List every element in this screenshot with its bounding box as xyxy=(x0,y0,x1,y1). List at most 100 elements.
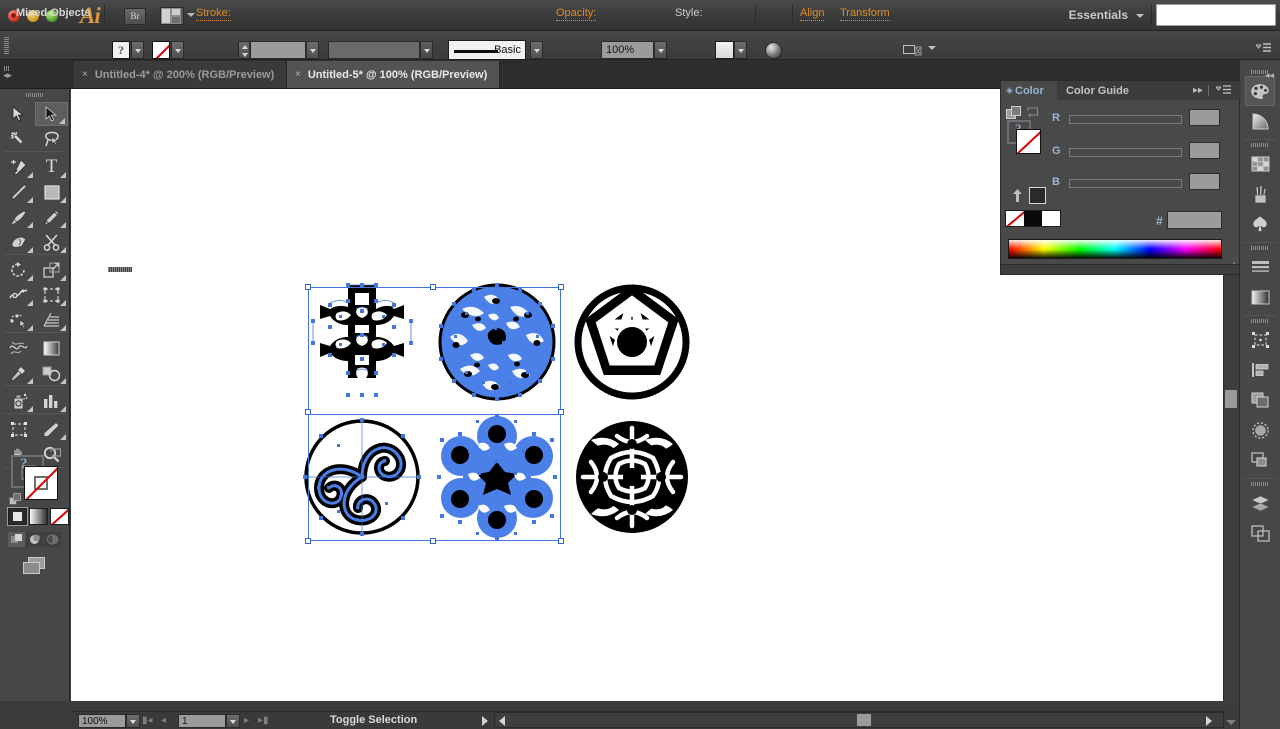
vertical-scroll-thumb[interactable] xyxy=(1225,390,1237,408)
collapse-panels-icon[interactable]: ◂◂ xyxy=(1265,70,1274,81)
tool-scale[interactable] xyxy=(35,258,68,282)
document-tab-1[interactable]: × Untitled-5* @ 100% (RGB/Preview) xyxy=(287,61,501,88)
dock-grip[interactable] xyxy=(1251,143,1269,147)
selection-handle-br[interactable] xyxy=(558,538,564,544)
fill-color-swatch[interactable] xyxy=(1016,129,1041,154)
tool-symbol-sprayer[interactable] xyxy=(2,389,35,413)
chevron-down-icon[interactable] xyxy=(1136,14,1144,18)
stroke-weight-input[interactable] xyxy=(250,41,306,59)
transform-button[interactable]: Transform xyxy=(840,7,890,21)
stroke-label[interactable]: Stroke: xyxy=(196,7,231,21)
slider-track-r[interactable] xyxy=(1069,115,1182,124)
selection-handle-tr[interactable] xyxy=(558,284,564,290)
fill-stroke-stack-icon[interactable] xyxy=(1006,106,1022,121)
tab-color-guide[interactable]: Color Guide xyxy=(1057,81,1145,100)
tool-scissors[interactable] xyxy=(35,230,68,254)
stroke-panel-icon[interactable] xyxy=(1245,252,1275,282)
zoom-level-input[interactable]: 100% xyxy=(78,714,126,728)
brush-definition-field[interactable]: Basic xyxy=(448,40,526,60)
selection-handle-bl[interactable] xyxy=(305,538,311,544)
symbols-panel-icon[interactable] xyxy=(1245,209,1275,239)
selection-handle-tc[interactable] xyxy=(430,284,436,290)
gradient-mode-button[interactable] xyxy=(29,508,48,525)
transparency-panel-icon[interactable] xyxy=(1245,415,1275,445)
status-menu-arrow-icon[interactable] xyxy=(482,716,488,726)
slider-value-r[interactable] xyxy=(1189,109,1220,126)
fill-dropdown[interactable] xyxy=(171,41,184,59)
fill-swatch[interactable] xyxy=(152,41,170,59)
dock-grip[interactable] xyxy=(1251,482,1269,486)
slider-track-b[interactable] xyxy=(1069,179,1182,188)
dock-grip[interactable] xyxy=(1251,246,1269,250)
swatches-panel-icon[interactable] xyxy=(1245,149,1275,179)
tool-width[interactable] xyxy=(2,283,35,307)
tool-selection[interactable] xyxy=(2,102,35,126)
tool-column-graph[interactable] xyxy=(35,389,68,413)
graphic-style-swatch[interactable] xyxy=(715,41,734,59)
artboards-panel-icon[interactable] xyxy=(1245,325,1275,355)
horizontal-scroll-thumb[interactable] xyxy=(857,714,871,726)
celtic-knot-plain-circle[interactable] xyxy=(567,279,697,409)
align-panel-icon[interactable] xyxy=(1245,355,1275,385)
zoom-level-dropdown[interactable] xyxy=(126,714,140,728)
celtic-cross-in-circle[interactable] xyxy=(567,414,697,544)
stroke-profile-input[interactable] xyxy=(328,41,420,59)
chevron-down-icon[interactable] xyxy=(928,46,936,50)
selection-handle-bc[interactable] xyxy=(430,538,436,544)
panel-menu-icon[interactable] xyxy=(1256,42,1272,55)
none-mode-button[interactable] xyxy=(50,508,69,525)
draw-inside-button[interactable] xyxy=(44,532,61,547)
scroll-left-arrow-icon[interactable] xyxy=(499,716,505,726)
color-guide-panel-icon[interactable] xyxy=(1245,106,1275,136)
search-input[interactable] xyxy=(1156,4,1276,26)
tool-mesh[interactable] xyxy=(2,336,35,360)
tool-slice[interactable] xyxy=(35,417,68,441)
document-setup-icon[interactable] xyxy=(903,44,923,57)
stroke-profile-dropdown[interactable] xyxy=(420,41,433,59)
selection-handle-tl[interactable] xyxy=(305,284,311,290)
stroke-weight-stepper[interactable] xyxy=(238,41,250,59)
panel-options-menu-icon[interactable] xyxy=(1216,85,1232,96)
fill-color-swatch[interactable] xyxy=(24,466,58,500)
black-swatch[interactable] xyxy=(1024,211,1042,226)
tool-rectangle[interactable] xyxy=(35,180,68,204)
tool-gradient[interactable] xyxy=(35,336,68,360)
close-icon[interactable]: × xyxy=(295,69,301,80)
tool-blob-brush[interactable] xyxy=(2,230,35,254)
brushes-panel-icon[interactable] xyxy=(1245,179,1275,209)
recolor-artwork-icon[interactable] xyxy=(765,42,782,59)
pathfinder-panel-icon[interactable] xyxy=(1245,385,1275,415)
appearance-swatch[interactable]: ? xyxy=(112,41,130,59)
recent-color-swatch[interactable] xyxy=(1029,187,1046,204)
tool-pencil[interactable] xyxy=(35,205,68,229)
white-swatch[interactable] xyxy=(1042,211,1060,226)
none-swatch[interactable] xyxy=(1006,211,1024,226)
dock-grip[interactable] xyxy=(1251,319,1269,323)
selection-bounding-box[interactable] xyxy=(305,284,564,544)
workspace-switcher[interactable]: Essentials xyxy=(1069,8,1128,22)
tool-lasso[interactable] xyxy=(35,127,68,151)
graphic-style-dropdown[interactable] xyxy=(734,41,747,59)
align-button[interactable]: Align xyxy=(800,7,825,21)
close-icon[interactable]: × xyxy=(82,69,88,80)
brush-dropdown[interactable] xyxy=(530,41,543,59)
tool-magic-wand[interactable] xyxy=(2,127,35,151)
tool-eyedropper[interactable] xyxy=(2,361,35,385)
color-mode-button[interactable] xyxy=(8,508,27,525)
tool-artboard[interactable] xyxy=(2,417,35,441)
slider-track-g[interactable] xyxy=(1069,148,1182,157)
appearance-dropdown[interactable] xyxy=(131,41,144,59)
default-fill-stroke-icon[interactable] xyxy=(9,493,22,506)
tool-perspective-grid[interactable] xyxy=(35,308,68,332)
next-artboard-icon[interactable]: ▸ xyxy=(244,715,249,726)
links-panel-icon[interactable] xyxy=(1245,518,1275,548)
arrange-documents-icon[interactable] xyxy=(160,7,184,25)
artboard-number-input[interactable]: 1 xyxy=(178,714,226,728)
tool-pen[interactable] xyxy=(2,155,35,179)
bridge-button[interactable]: Br xyxy=(124,8,146,25)
tool-shape-builder[interactable] xyxy=(2,308,35,332)
tool-direct-selection[interactable] xyxy=(35,102,68,126)
tool-line-segment[interactable] xyxy=(2,180,35,204)
opacity-dropdown[interactable] xyxy=(654,41,667,59)
chevron-down-icon[interactable] xyxy=(187,13,195,17)
